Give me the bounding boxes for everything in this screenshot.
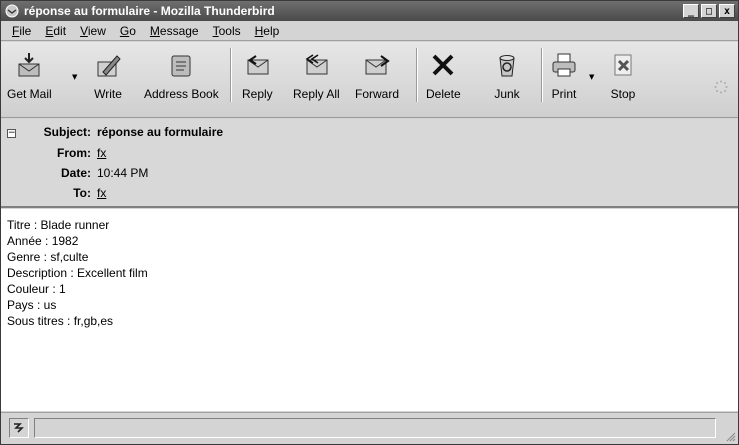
write-button[interactable]: Write xyxy=(93,50,123,101)
menu-file[interactable]: File xyxy=(5,24,38,38)
menu-file-rest: ile xyxy=(19,23,32,38)
menu-help-rest: elp xyxy=(263,23,280,38)
subject-label: Subject: xyxy=(43,125,91,139)
reply-all-button[interactable]: Reply All xyxy=(293,50,340,101)
window-title: réponse au formulaire - Mozilla Thunderb… xyxy=(24,4,275,18)
print-dropdown-icon[interactable]: ▼ xyxy=(589,73,594,81)
thunderbird-window: réponse au formulaire - Mozilla Thunderb… xyxy=(0,0,739,445)
get-mail-dropdown-icon[interactable]: ▼ xyxy=(72,73,77,81)
print-button[interactable]: Print xyxy=(549,50,579,101)
date-label: Date: xyxy=(60,166,91,180)
reply-all-icon xyxy=(305,54,328,75)
write-icon xyxy=(97,55,121,77)
delete-label: Delete xyxy=(426,87,461,101)
menu-message-rest: essage xyxy=(159,23,199,38)
menu-view-rest: iew xyxy=(87,23,106,38)
delete-button[interactable]: Delete xyxy=(426,50,461,101)
thunderbird-app-icon xyxy=(5,4,19,18)
get-mail-label: Get Mail xyxy=(7,87,52,101)
forward-label: Forward xyxy=(355,87,400,101)
junk-icon xyxy=(499,55,515,77)
menu-go-accel: G xyxy=(119,23,130,38)
forward-button[interactable]: Forward xyxy=(355,50,399,101)
reply-all-label: Reply All xyxy=(293,87,340,101)
address-book-button[interactable]: Address Book xyxy=(144,50,219,101)
message-body[interactable]: Titre : Blade runner Année : 1982 Genre … xyxy=(1,209,738,411)
body-line: Genre : sf,culte xyxy=(7,250,89,264)
minimize-button[interactable]: _ xyxy=(683,4,699,18)
online-status-icon[interactable] xyxy=(9,418,29,438)
menu-edit[interactable]: Edit xyxy=(38,24,73,38)
body-line: Sous titres : fr,gb,es xyxy=(7,314,114,328)
subject-value: réponse au formulaire xyxy=(97,125,224,139)
to-label: To: xyxy=(73,186,91,200)
from-label: From: xyxy=(57,146,91,160)
resize-grip-icon[interactable] xyxy=(724,430,736,442)
from-address-link[interactable]: fx xyxy=(97,146,106,160)
menu-help[interactable]: Help xyxy=(248,24,287,38)
body-line: Pays : us xyxy=(7,298,57,312)
reply-label: Reply xyxy=(242,87,273,101)
menu-message[interactable]: Message xyxy=(143,24,206,38)
main-toolbar: Get Mail ▼ Write Address Book Reply Repl… xyxy=(1,42,738,118)
menu-view-accel: V xyxy=(80,23,88,38)
from-row: From: fx xyxy=(1,144,106,162)
body-line: Couleur : 1 xyxy=(7,282,66,296)
message-header-pane: − Subject: réponse au formulaire From: f… xyxy=(1,119,738,208)
reply-icon xyxy=(247,55,269,75)
stop-label: Stop xyxy=(610,87,636,101)
toolbar-separator-3 xyxy=(541,48,543,102)
connection-icon xyxy=(14,423,24,433)
maximize-button[interactable]: □ xyxy=(701,4,717,18)
menu-bar: File Edit View Go Message Tools Help xyxy=(1,21,738,41)
menu-tools[interactable]: Tools xyxy=(206,24,248,38)
menu-help-accel: H xyxy=(254,23,264,38)
get-mail-icon xyxy=(18,53,40,77)
close-button[interactable]: x xyxy=(719,4,735,18)
address-book-icon xyxy=(171,55,191,77)
junk-button[interactable]: Junk xyxy=(492,50,522,101)
menu-go-rest: o xyxy=(129,23,136,38)
address-book-label: Address Book xyxy=(144,87,219,101)
toolbar-separator-1 xyxy=(230,48,232,102)
print-icon xyxy=(552,53,576,77)
body-line: Titre : Blade runner xyxy=(7,218,110,232)
date-row: Date: 10:44 PM xyxy=(1,164,148,182)
status-bar xyxy=(1,412,738,444)
junk-label: Junk xyxy=(494,87,520,101)
print-label: Print xyxy=(551,87,577,101)
title-bar[interactable]: réponse au formulaire - Mozilla Thunderb… xyxy=(1,1,738,21)
body-line: Description : Excellent film xyxy=(7,266,148,280)
body-line: Année : 1982 xyxy=(7,234,79,248)
get-mail-button[interactable]: Get Mail xyxy=(7,50,52,101)
menu-view[interactable]: View xyxy=(73,24,113,38)
reply-button[interactable]: Reply xyxy=(242,50,273,101)
menu-tools-rest: ools xyxy=(218,23,241,38)
stop-button[interactable]: Stop xyxy=(608,50,638,101)
subject-row: Subject: réponse au formulaire xyxy=(1,123,223,141)
to-address-link[interactable]: fx xyxy=(97,186,106,200)
stop-icon xyxy=(614,54,632,76)
forward-icon xyxy=(365,55,390,75)
status-text-field xyxy=(34,418,716,438)
to-row: To: fx xyxy=(1,184,106,202)
delete-icon xyxy=(432,54,454,76)
activity-throbber-icon xyxy=(714,80,728,94)
date-value: 10:44 PM xyxy=(97,166,149,180)
write-label: Write xyxy=(94,87,122,101)
menu-message-accel: M xyxy=(149,23,160,38)
menu-go[interactable]: Go xyxy=(113,24,143,38)
toolbar-separator-2 xyxy=(416,48,418,102)
menu-edit-rest: dit xyxy=(53,23,67,38)
